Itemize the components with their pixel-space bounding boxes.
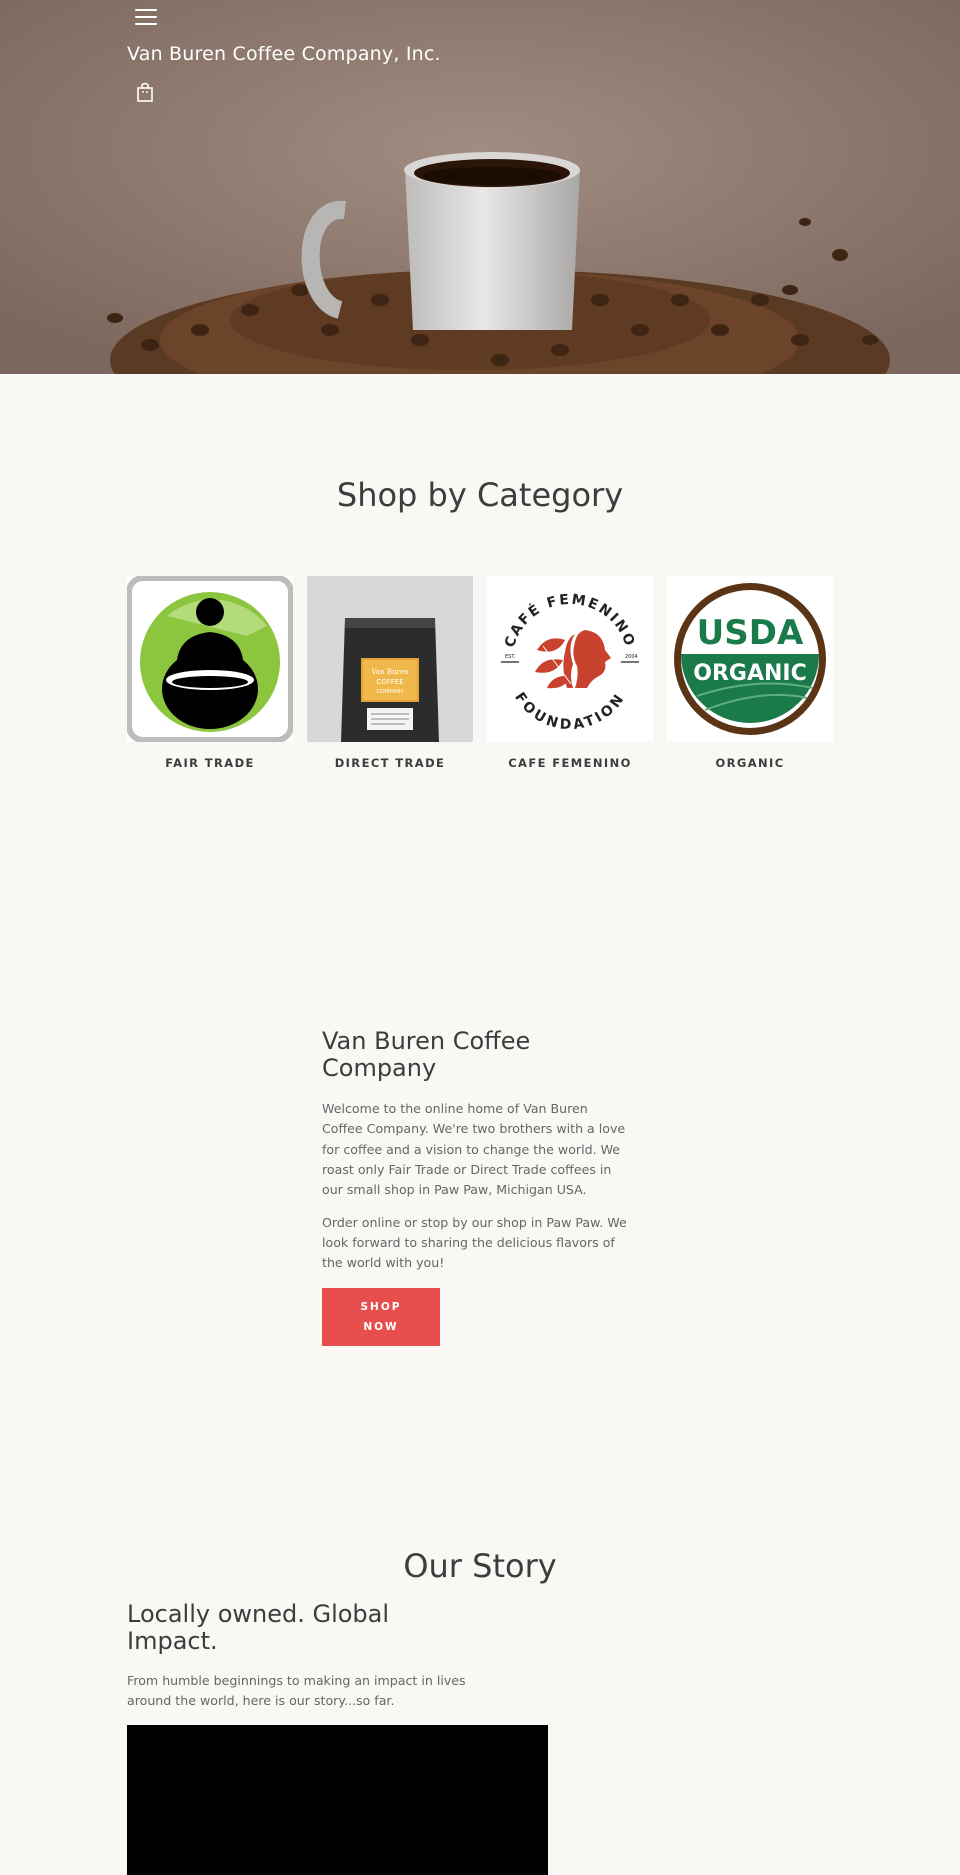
category-cafe-femenino[interactable]: CAFÉ FEMENINO FOUNDATION EST. 2004 CAFE … — [487, 576, 653, 770]
bag-brand-line3: COMPANY — [376, 689, 404, 695]
category-direct-trade[interactable]: Van Buren COFFEE COMPANY DIRECT TRADE — [307, 576, 473, 770]
about-title: Van Buren Coffee Company — [322, 1027, 531, 1083]
shopping-bag-icon[interactable] — [136, 82, 154, 102]
usda-organic-logo[interactable]: USDA ORGANIC — [667, 576, 833, 742]
femenino-logo-est: EST. — [505, 654, 516, 660]
about-section: Van Buren Coffee Company Welcome to the … — [322, 1027, 632, 1347]
shop-now-button[interactable]: SHOP NOW — [322, 1288, 440, 1347]
shop-now-button-line2: NOW — [363, 1321, 399, 1334]
category-label[interactable]: DIRECT TRADE — [307, 756, 473, 770]
about-paragraph-1: Welcome to the online home of Van Buren … — [322, 1101, 626, 1197]
our-story-heading: Our Story — [403, 1547, 557, 1585]
category-organic[interactable]: USDA ORGANIC ORGANIC — [667, 576, 833, 770]
category-label[interactable]: ORGANIC — [667, 756, 833, 770]
usda-logo-bottom-text: ORGANIC — [693, 661, 806, 686]
category-label[interactable]: CAFE FEMENINO — [487, 756, 653, 770]
femenino-logo-year: 2004 — [625, 654, 638, 660]
hamburger-menu-icon[interactable] — [135, 9, 157, 27]
story-text: From humble beginnings to making an impa… — [127, 1673, 466, 1709]
fair-trade-logo[interactable] — [127, 576, 293, 742]
category-fair-trade[interactable]: FAIR TRADE — [127, 576, 293, 770]
shop-by-category-heading: Shop by Category — [336, 476, 624, 514]
bag-brand-line1: Van Buren — [371, 668, 409, 676]
hero-banner: Van Buren Coffee Company, Inc. — [0, 0, 960, 374]
coffee-bag-image[interactable]: Van Buren COFFEE COMPANY — [307, 576, 473, 742]
bag-brand-line2: COFFEE — [376, 678, 403, 686]
story-subheading: Locally owned. Global Impact. — [127, 1600, 390, 1656]
story-video-player[interactable] — [127, 1725, 548, 1875]
cafe-femenino-logo[interactable]: CAFÉ FEMENINO FOUNDATION EST. 2004 — [487, 576, 653, 742]
shop-now-button-line1: SHOP — [360, 1301, 402, 1314]
category-label[interactable]: FAIR TRADE — [127, 756, 293, 770]
usda-logo-top-text: USDA — [697, 613, 804, 653]
site-title[interactable]: Van Buren Coffee Company, Inc. — [127, 43, 441, 65]
about-paragraph-2: Order online or stop by our shop in Paw … — [322, 1214, 627, 1271]
